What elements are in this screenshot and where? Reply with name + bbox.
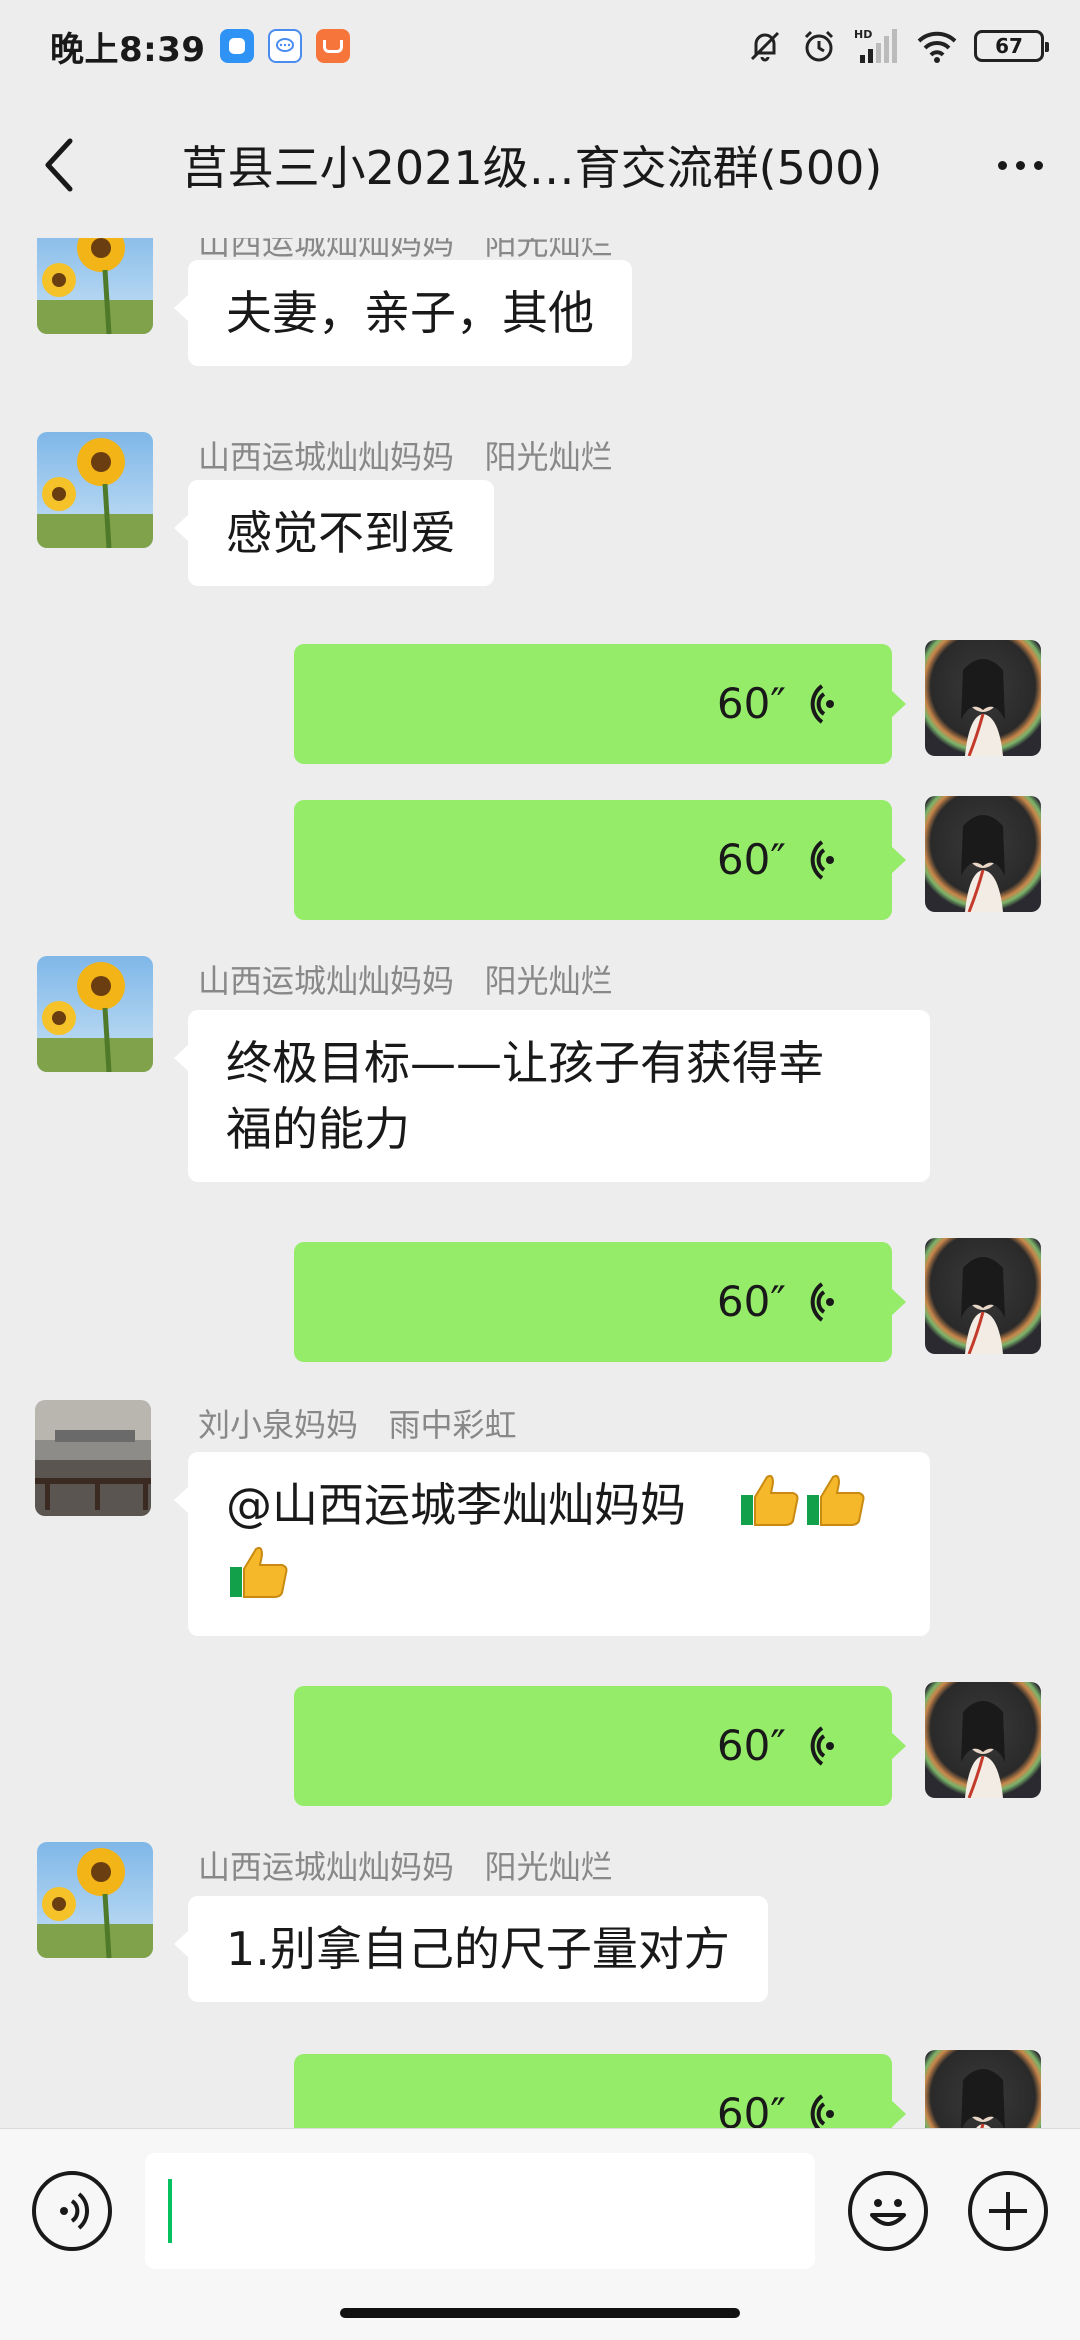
message-text: 1.别拿自己的尺子量对方 xyxy=(226,1922,730,1976)
voice-wave-icon xyxy=(810,840,834,880)
voice-wave-icon xyxy=(810,1282,834,1322)
more-dot xyxy=(1015,160,1025,170)
wifi-icon xyxy=(916,29,958,63)
voice-duration: 60″ xyxy=(716,835,786,884)
sender-avatar-lake[interactable] xyxy=(35,1400,151,1516)
sender-name: 山西运城灿灿妈妈 阳光灿烂 xyxy=(198,962,613,1000)
sender-name: 刘小泉妈妈 雨中彩虹 xyxy=(198,1406,517,1444)
battery-level: 67 xyxy=(995,34,1023,58)
shopping-bag-icon xyxy=(315,29,350,63)
voice-message-bubble[interactable]: 60″ xyxy=(294,2054,906,2128)
alarm-icon xyxy=(800,27,838,65)
thumbs-up-icon xyxy=(228,1545,290,1616)
voice-duration: 60″ xyxy=(716,1721,786,1770)
message-text-line: 福的能力 xyxy=(226,1102,410,1156)
my-avatar[interactable] xyxy=(925,796,1041,912)
voice-mode-icon xyxy=(60,2192,90,2230)
back-button[interactable] xyxy=(0,105,120,225)
voice-wave-icon xyxy=(810,684,834,724)
message-bubble[interactable]: 夫妻，亲子，其他 xyxy=(174,260,632,366)
sender-avatar-sunflower[interactable] xyxy=(37,956,153,1072)
emoji-button[interactable] xyxy=(848,2171,928,2251)
message-input[interactable] xyxy=(145,2153,815,2269)
hd-signal-icon: HD xyxy=(854,27,900,65)
mute-bell-icon xyxy=(746,27,784,65)
voice-duration: 60″ xyxy=(716,1277,786,1326)
message-bubble[interactable]: 终极目标——让孩子有获得幸 福的能力 xyxy=(174,1010,930,1182)
chat-header: 莒县三小2021级…育交流群(500) xyxy=(0,92,1080,238)
chat-bubble-icon xyxy=(267,29,302,63)
sender-avatar-sunflower[interactable] xyxy=(37,238,153,334)
smiley-icon xyxy=(870,2199,906,2226)
voice-message-bubble[interactable]: 60″ xyxy=(294,800,906,920)
svg-text:HD: HD xyxy=(854,28,872,41)
sender-avatar-sunflower[interactable] xyxy=(37,432,153,548)
voice-input-button[interactable] xyxy=(32,2171,112,2251)
voice-message-bubble[interactable]: 60″ xyxy=(294,644,906,764)
more-dot xyxy=(997,160,1007,170)
thumbs-up-icon xyxy=(805,1473,867,1544)
message-text: @山西运城李灿灿妈妈 xyxy=(226,1478,686,1532)
message-text: 夫妻，亲子，其他 xyxy=(226,286,594,340)
more-functions-button[interactable] xyxy=(968,2171,1048,2251)
text-caret xyxy=(168,2179,172,2243)
voice-wave-icon xyxy=(810,2094,834,2128)
message-text-line: 终极目标——让孩子有获得幸 xyxy=(226,1036,824,1090)
sender-name: 山西运城灿灿妈妈 阳光灿烂 xyxy=(198,1848,613,1886)
thumbs-up-icon xyxy=(739,1473,801,1544)
voice-duration: 60″ xyxy=(716,679,786,728)
status-time: 晚上8:39 xyxy=(50,29,206,70)
message-bubble[interactable]: 感觉不到爱 xyxy=(174,480,494,586)
more-dot xyxy=(1033,160,1043,170)
voice-duration: 60″ xyxy=(716,2089,786,2128)
plus-icon xyxy=(989,2192,1027,2230)
sender-avatar-sunflower[interactable] xyxy=(37,1842,153,1958)
group-title: 莒县三小2021级…育交流群(500) xyxy=(181,141,883,195)
my-avatar[interactable] xyxy=(925,640,1041,756)
my-avatar[interactable] xyxy=(925,1682,1041,1798)
my-avatar[interactable] xyxy=(925,2050,1041,2128)
chat-message-list[interactable]: 山西运城灿灿妈妈 阳光灿烂 夫妻，亲子，其他 山西运城灿灿妈妈 阳光灿烂 感觉不… xyxy=(0,238,1080,2128)
message-bubble[interactable]: 1.别拿自己的尺子量对方 xyxy=(174,1896,768,2002)
status-bar: 晚上8:39 HD 67 xyxy=(0,0,1080,92)
voice-message-bubble[interactable]: 60″ xyxy=(294,1242,906,1362)
app-blue-icon xyxy=(219,29,254,63)
more-options-button[interactable] xyxy=(960,105,1080,225)
home-indicator[interactable] xyxy=(340,2308,740,2318)
battery-icon: 67 xyxy=(974,30,1049,62)
message-bubble[interactable]: @山西运城李灿灿妈妈 xyxy=(174,1452,930,1636)
sender-name: 山西运城灿灿妈妈 阳光灿烂 xyxy=(198,438,613,476)
voice-wave-icon xyxy=(810,1726,834,1766)
my-avatar[interactable] xyxy=(925,1238,1041,1354)
message-text: 感觉不到爱 xyxy=(226,506,456,560)
chevron-left-icon xyxy=(45,138,73,192)
voice-message-bubble[interactable]: 60″ xyxy=(294,1686,906,1806)
